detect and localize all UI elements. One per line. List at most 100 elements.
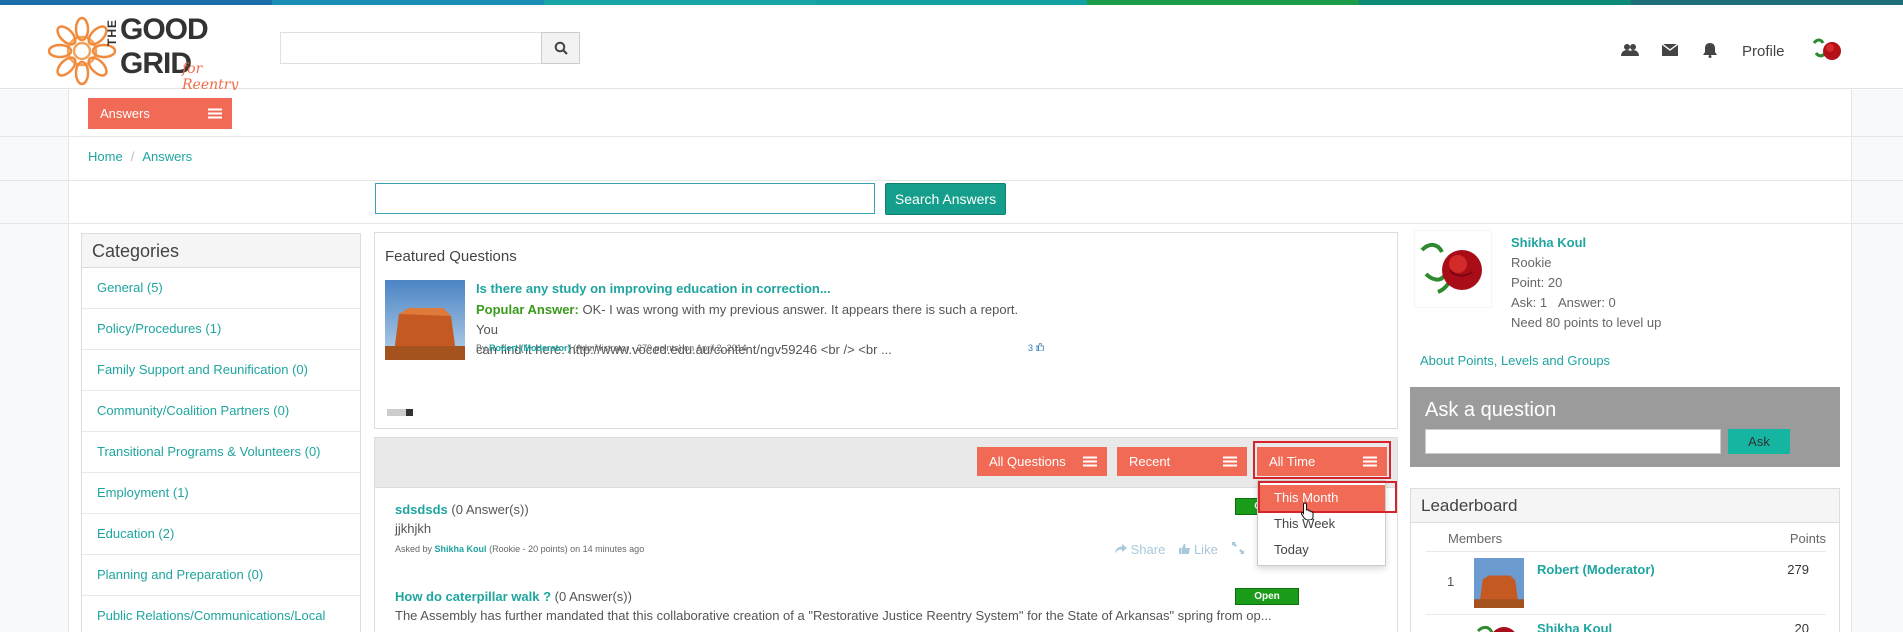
question-title-link[interactable]: How do caterpillar walk ? [395, 589, 551, 604]
category-item[interactable]: Employment (1) [82, 473, 360, 514]
share-label: Share [1130, 542, 1166, 557]
question-item: How do caterpillar walk ? (0 Answer(s)) … [395, 589, 1355, 623]
dropdown-option-this-week[interactable]: This Week [1258, 511, 1385, 537]
leaderboard-row: 1 Robert (Moderator) 279 [1426, 551, 1826, 611]
leaderboard-avatar[interactable] [1474, 619, 1524, 632]
users-icon[interactable] [1620, 40, 1640, 60]
question-item: sdsdsds (0 Answer(s)) jjkhjkh Asked by S… [395, 502, 644, 554]
answers-menu-label: Answers [100, 106, 150, 121]
expand-icon [1231, 542, 1244, 554]
popular-answer-label: Popular Answer: [476, 302, 579, 317]
featured-by: By [476, 343, 487, 353]
leaderboard-rank: 1 [1447, 574, 1455, 589]
breadcrumb-current[interactable]: Answers [142, 149, 192, 164]
expand-button[interactable] [1231, 542, 1244, 557]
answers-band-inner [68, 90, 1852, 136]
category-item[interactable]: Planning and Preparation (0) [82, 555, 360, 596]
category-item[interactable]: General (5) [82, 268, 360, 309]
category-item[interactable]: Community/Coalition Partners (0) [82, 391, 360, 432]
user-avatar[interactable] [1810, 33, 1844, 67]
featured-author-link[interactable]: Robert (Moderator) [489, 343, 571, 353]
like-button[interactable]: Like [1179, 542, 1218, 557]
profile-image[interactable] [1414, 230, 1492, 308]
hand-cursor-icon [1301, 502, 1314, 520]
featured-questions-panel: Featured Questions Is there any study on… [374, 232, 1398, 429]
hamburger-icon [208, 108, 222, 119]
ask-question-box: Ask a question Ask [1410, 387, 1840, 467]
thumbs-up-icon [1179, 544, 1191, 554]
thumbs-up-icon [1035, 342, 1045, 352]
header-search-button[interactable] [541, 32, 580, 64]
breadcrumb: Home / Answers [88, 149, 192, 164]
answers-menu-button[interactable]: Answers [88, 98, 232, 129]
leaderboard-name-link[interactable]: Robert (Moderator) [1537, 562, 1655, 577]
ask-input[interactable] [1425, 429, 1721, 454]
featured-like-count: 3 [1028, 343, 1034, 353]
breadcrumb-home[interactable]: Home [88, 149, 123, 164]
site-header: THE GOOD GRID for Reentry Profile [0, 5, 1903, 93]
category-item[interactable]: Family Support and Reunification (0) [82, 350, 360, 391]
profile-link[interactable]: Profile [1742, 43, 1785, 60]
share-button[interactable]: Share [1115, 542, 1165, 557]
answer-count: (0 Answer(s)) [554, 589, 632, 604]
leaderboard-points: 20 [1794, 621, 1809, 632]
featured-likes[interactable]: 3 [1028, 342, 1045, 353]
breadcrumb-band [0, 137, 1903, 181]
header-search-input[interactable] [280, 32, 542, 64]
hamburger-icon [1223, 456, 1237, 467]
category-item[interactable]: Policy/Procedures (1) [82, 309, 360, 350]
ask-button[interactable]: Ask [1728, 429, 1790, 454]
profile-need: Need 80 points to level up [1511, 315, 1662, 330]
breadcrumb-band-inner [68, 137, 1852, 180]
featured-thumbnail[interactable] [385, 280, 465, 360]
question-time: on 14 minutes ago [570, 544, 645, 554]
leaderboard-avatar[interactable] [1474, 558, 1524, 608]
categories-panel: Categories General (5) Policy/Procedures… [81, 233, 361, 632]
question-body: jjkhjkh [395, 521, 432, 536]
featured-date: on April 2, 2014 [684, 343, 747, 353]
question-author-link[interactable]: Shikha Koul [435, 544, 487, 554]
answers-search-input[interactable] [375, 183, 875, 214]
col-members: Members [1448, 531, 1503, 546]
bell-icon[interactable] [1700, 40, 1720, 60]
site-logo[interactable]: THE GOOD GRID for Reentry [47, 11, 263, 93]
answer-count: (0 Answer(s)) [451, 502, 529, 517]
logo-text-for: for Reentry [182, 61, 239, 93]
category-item[interactable]: Transitional Programs & Volunteers (0) [82, 432, 360, 473]
all-questions-filter[interactable]: All Questions [977, 447, 1107, 476]
dropdown-option-today[interactable]: Today [1258, 537, 1385, 563]
like-label: Like [1193, 542, 1218, 557]
asked-by-label: Asked by [395, 544, 433, 554]
recent-filter[interactable]: Recent [1117, 447, 1247, 476]
carousel-indicator[interactable] [387, 409, 413, 416]
categories-title: Categories [82, 234, 360, 268]
question-title-link[interactable]: sdsdsds [395, 502, 448, 517]
category-item[interactable]: Public Relations/Communications/Local [82, 596, 360, 632]
logo-text-the: THE [105, 19, 119, 46]
envelope-icon[interactable] [1660, 40, 1680, 60]
ask-title: Ask a question [1425, 399, 1557, 421]
search-answers-button[interactable]: Search Answers [885, 183, 1006, 215]
featured-title: Featured Questions [385, 248, 517, 265]
answers-band [0, 90, 1903, 137]
profile-rank: Rookie [1511, 255, 1552, 270]
breadcrumb-separator: / [130, 149, 135, 164]
leaderboard-points: 279 [1787, 562, 1809, 577]
featured-question-link[interactable]: Is there any study on improving educatio… [476, 281, 831, 296]
profile-info: Shikha Koul Rookie Point: 20 Ask: 1 Answ… [1511, 233, 1661, 333]
highlight-box [1253, 441, 1391, 479]
leaderboard-name-link[interactable]: Shikha Koul [1537, 621, 1612, 632]
profile-answer: Answer: 0 [1557, 295, 1616, 310]
profile-points: Point: 20 [1511, 275, 1563, 290]
recent-label: Recent [1129, 454, 1171, 469]
category-item[interactable]: Education (2) [82, 514, 360, 555]
featured-meta: By Robert (Moderator) (Administrator - 2… [476, 343, 747, 353]
profile-name-link[interactable]: Shikha Koul [1511, 233, 1661, 253]
highlight-box [1258, 481, 1397, 513]
leaderboard-row: Shikha Koul 20 [1426, 614, 1826, 632]
about-points-link[interactable]: About Points, Levels and Groups [1420, 353, 1610, 368]
status-badge: Open [1235, 588, 1299, 605]
profile-ask: Ask: 1 [1511, 295, 1548, 310]
question-actions: Share Like [1115, 542, 1244, 557]
question-body: The Assembly has further mandated that t… [395, 608, 1272, 623]
